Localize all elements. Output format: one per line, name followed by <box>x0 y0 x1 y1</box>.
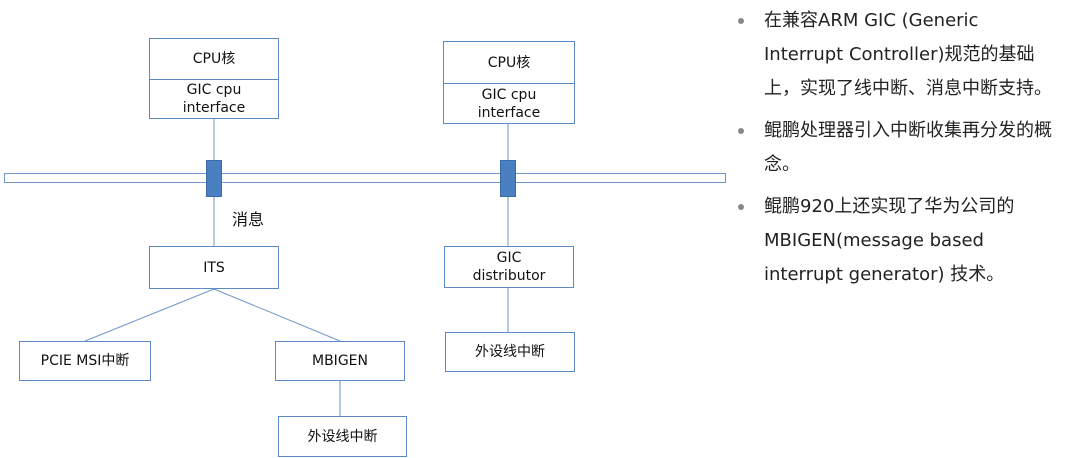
bullet-text: 鲲鹏处理器引入中断收集再分发的概念。 <box>764 120 1052 175</box>
mbigen-box: MBIGEN <box>275 341 405 381</box>
interconnect-bus <box>4 173 726 183</box>
bullet-item: 鲲鹏处理器引入中断收集再分发的概念。 <box>732 114 1052 182</box>
right-cpu-core-label: CPU核 <box>487 54 531 71</box>
bullet-dot-icon <box>738 128 744 134</box>
gic-distributor-label: GIC distributor <box>472 250 546 284</box>
left-cpu-core-box: CPU核 <box>149 38 279 79</box>
message-label: 消息 <box>232 210 265 229</box>
bullet-dot-icon <box>738 18 744 24</box>
pcie-msi-box: PCIE MSI中断 <box>19 341 151 381</box>
right-cpu-core-box: CPU核 <box>443 41 575 83</box>
mbigen-peripheral-interrupt-label: 外设线中断 <box>307 428 378 445</box>
left-bus-connector <box>206 160 222 197</box>
distributor-peripheral-interrupt-label: 外设线中断 <box>475 344 545 360</box>
its-box: ITS <box>149 246 279 289</box>
its-label: ITS <box>203 259 225 276</box>
left-gic-cpu-interface-label: GIC cpu interface <box>182 82 246 116</box>
bullet-item: 鲲鹏920上还实现了华为公司的MBIGEN(message based inte… <box>732 190 1052 292</box>
mbigen-peripheral-interrupt-box: 外设线中断 <box>278 416 407 457</box>
mbigen-label: MBIGEN <box>312 353 368 369</box>
right-gic-cpu-interface-label: GIC cpu interface <box>477 86 541 121</box>
gic-distributor-box: GIC distributor <box>444 246 574 288</box>
bullet-text: 鲲鹏920上还实现了华为公司的MBIGEN(message based inte… <box>764 196 1015 285</box>
description-bullets: 在兼容ARM GIC (Generic Interrupt Controller… <box>732 4 1052 300</box>
bullet-item: 在兼容ARM GIC (Generic Interrupt Controller… <box>732 4 1052 106</box>
distributor-peripheral-interrupt-box: 外设线中断 <box>445 332 575 372</box>
pcie-msi-label: PCIE MSI中断 <box>40 353 130 369</box>
bullet-dot-icon <box>738 204 744 210</box>
left-cpu-core-label: CPU核 <box>192 51 236 67</box>
left-gic-cpu-interface-box: GIC cpu interface <box>149 79 279 119</box>
right-bus-connector <box>500 160 516 197</box>
bullet-text: 在兼容ARM GIC (Generic Interrupt Controller… <box>764 10 1052 99</box>
right-gic-cpu-interface-box: GIC cpu interface <box>443 83 575 124</box>
